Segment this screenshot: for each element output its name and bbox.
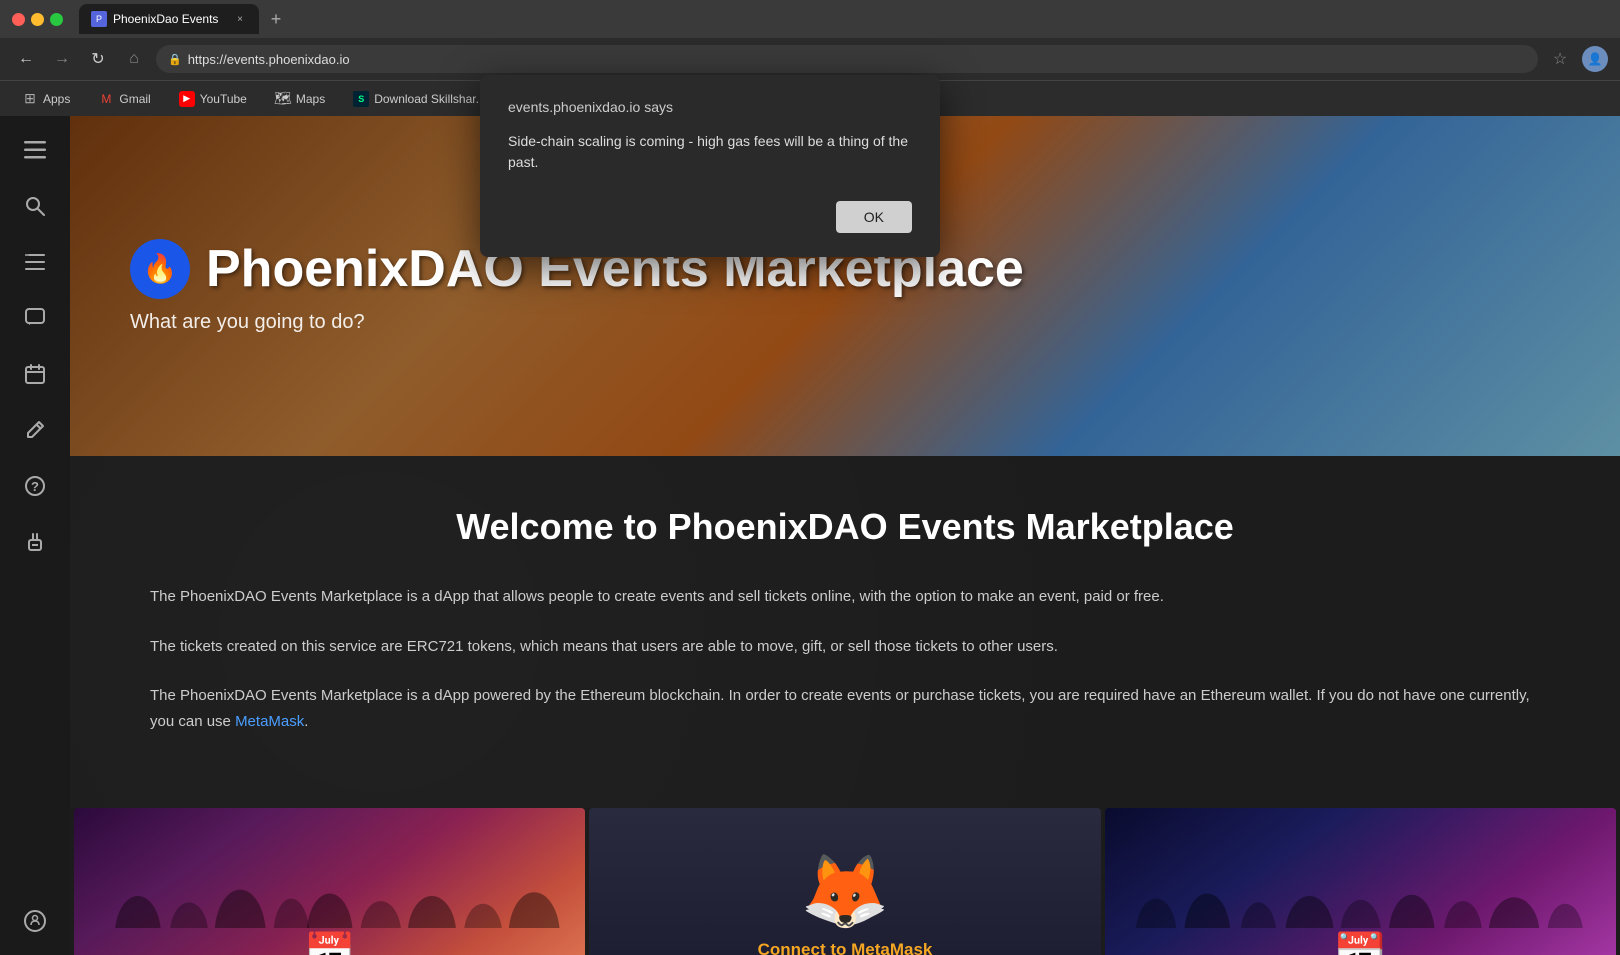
alert-dialog: events.phoenixdao.io says Side-chain sca… bbox=[480, 75, 940, 257]
alert-overlay: events.phoenixdao.io says Side-chain sca… bbox=[0, 0, 1620, 955]
alert-buttons: OK bbox=[508, 201, 912, 233]
alert-message: Side-chain scaling is coming - high gas … bbox=[508, 131, 912, 173]
alert-title: events.phoenixdao.io says bbox=[508, 99, 912, 115]
alert-ok-button[interactable]: OK bbox=[836, 201, 912, 233]
